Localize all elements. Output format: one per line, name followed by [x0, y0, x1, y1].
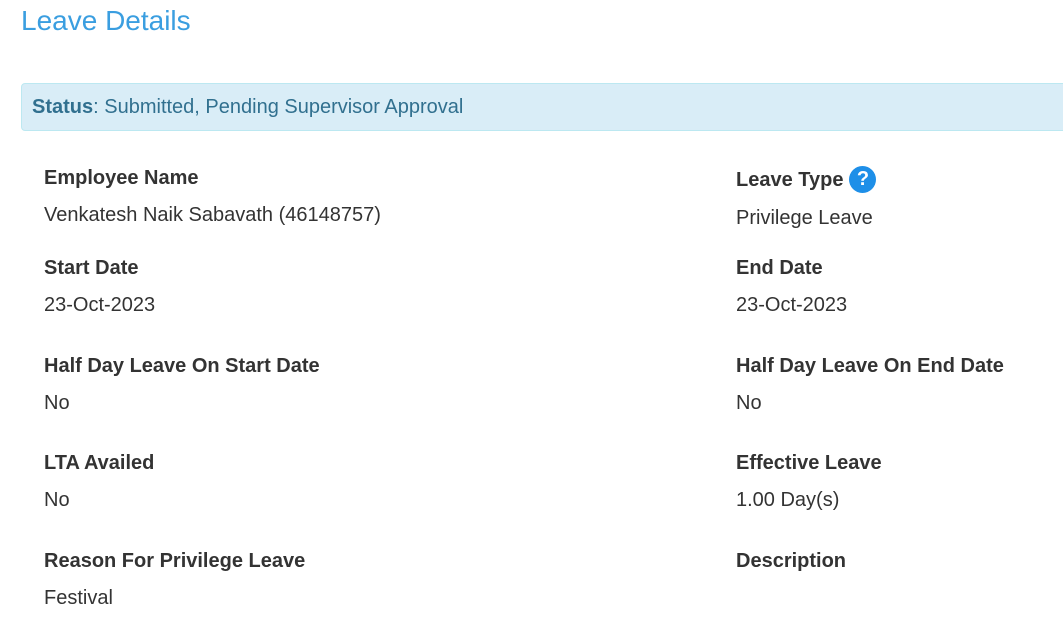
half-day-end-label: Half Day Leave On End Date [736, 355, 1004, 377]
start-date-label: Start Date [44, 257, 139, 279]
status-label: Status [32, 96, 94, 118]
leave-type-label: Leave Type [736, 168, 844, 191]
lta-availed-value: No [44, 489, 70, 511]
effective-leave-value: 1.00 Day(s) [736, 489, 840, 511]
half-day-start-label: Half Day Leave On Start Date [44, 355, 320, 377]
half-day-start-field: Half Day Leave On Start Date No [44, 354, 444, 415]
leave-type-value: Privilege Leave [736, 207, 873, 229]
half-day-start-value: No [44, 392, 70, 414]
status-text: Submitted, Pending Supervisor Approval [104, 96, 464, 118]
effective-leave-field: Effective Leave 1.00 Day(s) [736, 451, 1063, 512]
employee-name-field: Employee Name Venkatesh Naik Sabavath (4… [44, 166, 444, 227]
description-field: Description [736, 549, 1063, 610]
lta-availed-field: LTA Availed No [44, 451, 444, 512]
start-date-field: Start Date 23-Oct-2023 [44, 256, 444, 317]
reason-field: Reason For Privilege Leave Festival [44, 549, 444, 610]
question-circle-icon[interactable]: ? [849, 166, 877, 193]
status-separator: : [93, 96, 99, 118]
page-title: Leave Details [21, 5, 191, 36]
effective-leave-label: Effective Leave [736, 452, 882, 474]
leave-type-field: Leave Type ? Privilege Leave [736, 166, 1063, 230]
lta-availed-label: LTA Availed [44, 452, 155, 474]
half-day-end-field: Half Day Leave On End Date No [736, 354, 1063, 415]
reason-label: Reason For Privilege Leave [44, 550, 306, 572]
description-label: Description [736, 550, 847, 572]
end-date-value: 23-Oct-2023 [736, 294, 848, 316]
description-value [736, 586, 1063, 610]
employee-name-value: Venkatesh Naik Sabavath (46148757) [44, 204, 381, 226]
half-day-end-value: No [736, 392, 762, 414]
start-date-value: 23-Oct-2023 [44, 294, 156, 316]
reason-value: Festival [44, 587, 113, 609]
end-date-field: End Date 23-Oct-2023 [736, 256, 1063, 317]
status-alert: Status: Submitted, Pending Supervisor Ap… [21, 83, 1063, 131]
leave-type-label-row: Leave Type ? [736, 166, 1063, 193]
employee-name-label: Employee Name [44, 167, 199, 189]
end-date-label: End Date [736, 257, 823, 279]
